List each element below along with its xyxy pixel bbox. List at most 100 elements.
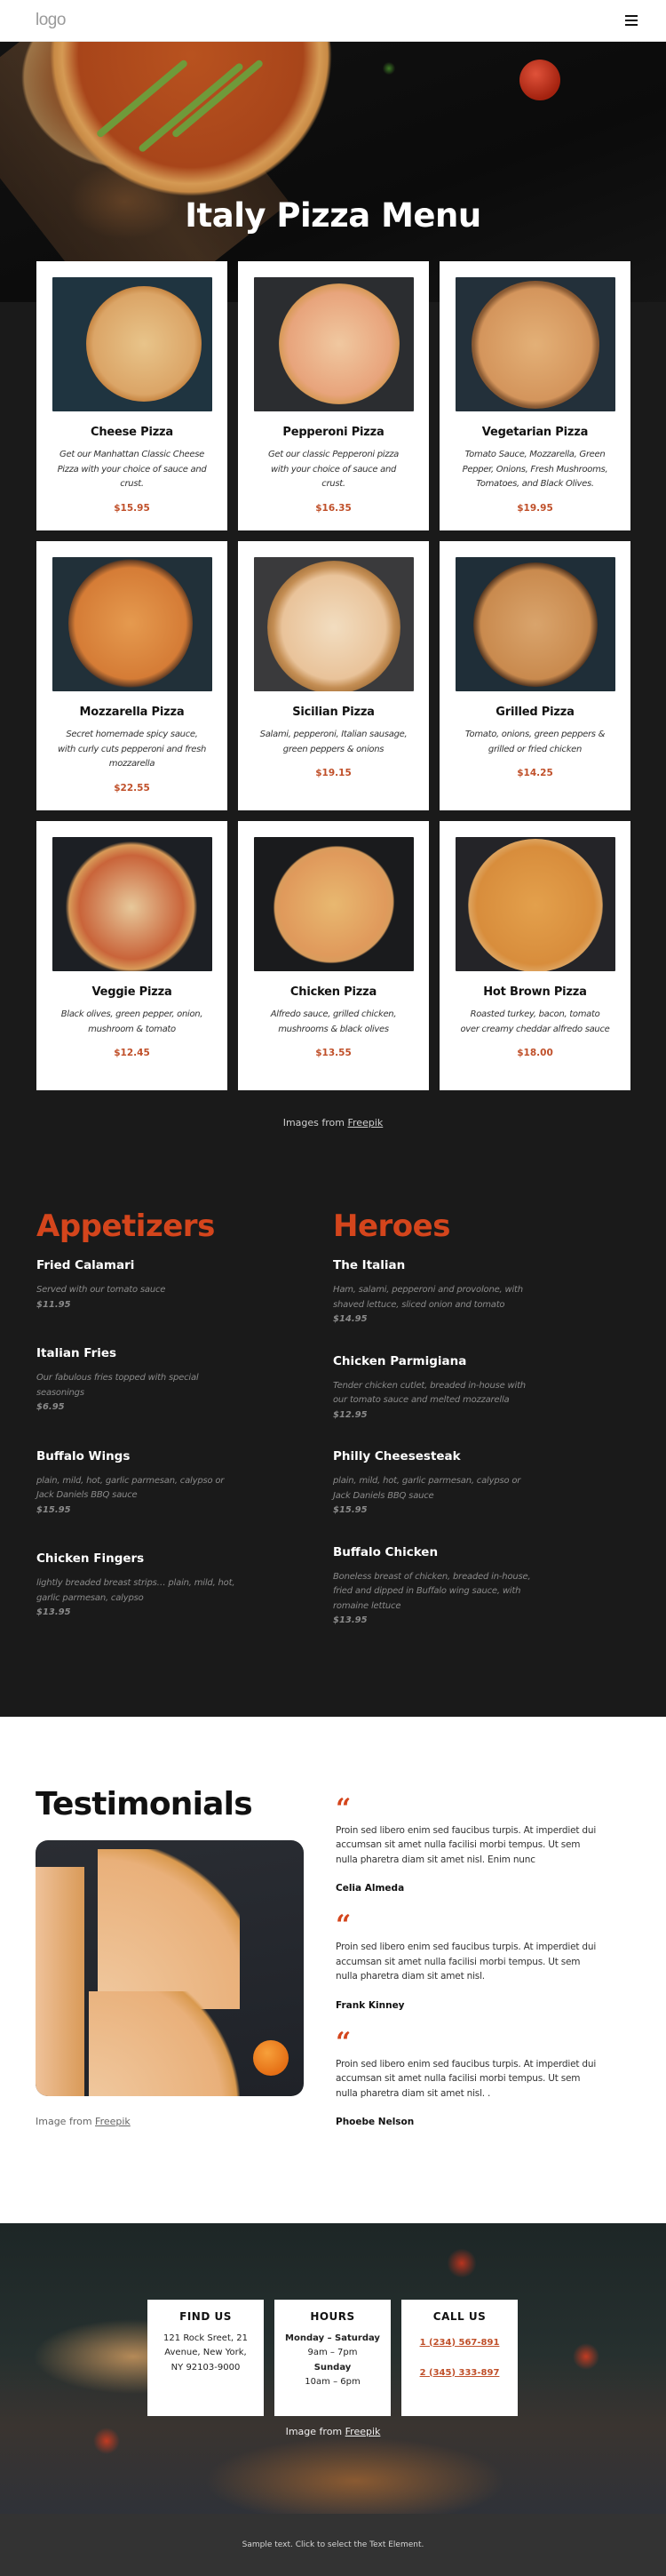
list-item: Fried Calamari Served with our tomato sa… [36, 1258, 333, 1312]
quote-icon: “ [336, 1792, 352, 1824]
pizza-card[interactable]: Grilled Pizza Tomato, onions, green pepp… [440, 541, 630, 810]
item-price: $12.95 [333, 1409, 368, 1420]
testimonials-image [36, 1839, 304, 2096]
phone-link[interactable]: 2 (345) 333-897 [420, 2368, 500, 2378]
pizza-name: Sicilian Pizza [292, 706, 375, 719]
pizza-price: $19.15 [315, 768, 352, 778]
item-price: $13.95 [333, 1615, 368, 1625]
pizza-image [253, 277, 414, 411]
pizza-name: Cheese Pizza [91, 426, 173, 439]
list-item: Philly Cheesesteak plain, mild, hot, gar… [333, 1449, 599, 1519]
testimonial: “ Proin sed libero enim sed faucibus tur… [336, 2029, 602, 2127]
pizza-card[interactable]: Sicilian Pizza Salami, pepperoni, Italia… [238, 541, 429, 810]
testimonial-author: Phoebe Nelson [336, 2117, 415, 2127]
list-item: Chicken Parmigiana Tender chicken cutlet… [333, 1354, 599, 1424]
heroes-column: Heroes The Italian Ham, salami, pepperon… [333, 1208, 599, 1655]
list-item: Chicken Fingers lightly breaded breast s… [36, 1551, 333, 1621]
hours-day: Monday – Saturday [285, 2333, 380, 2343]
pizza-description: Tomato Sauce, Mozzarella, Green Pepper, … [462, 450, 608, 489]
pizza-name: Grilled Pizza [496, 706, 575, 719]
freepik-link[interactable]: Freepik [345, 2426, 381, 2437]
call-us-box: CALL US 1 (234) 567-891 2 (345) 333-897 [401, 2299, 518, 2416]
pizza-price: $18.00 [517, 1048, 553, 1058]
item-price: $11.95 [36, 1299, 71, 1310]
contact-section: FIND US 121 Rock Sreet, 21 Avenue, New Y… [0, 2222, 666, 2514]
pizza-card[interactable]: Pepperoni Pizza Get our classic Pepperon… [238, 261, 429, 530]
pizza-price: $12.45 [114, 1048, 150, 1058]
pizza-card[interactable]: Veggie Pizza Black olives, green pepper,… [36, 821, 227, 1090]
freepik-link[interactable]: Freepik [348, 1117, 384, 1128]
item-price: $6.95 [36, 1402, 65, 1412]
pizza-card[interactable]: Hot Brown Pizza Roasted turkey, bacon, t… [440, 821, 630, 1090]
testimonial: “ Proin sed libero enim sed faucibus tur… [336, 1792, 602, 1894]
item-name: Chicken Fingers [36, 1551, 145, 1566]
pizza-card[interactable]: Vegetarian Pizza Tomato Sauce, Mozzarell… [440, 261, 630, 530]
pizza-description: Alfredo sauce, grilled chicken, mushroom… [270, 1009, 397, 1034]
hours-day: Sunday [313, 2362, 352, 2373]
credit-prefix: Images from [282, 1117, 348, 1128]
testimonial-author: Celia Almeda [336, 1883, 405, 1894]
pizza-description: Salami, pepperoni, Italian sausage, gree… [259, 730, 408, 754]
hero-tomato [519, 60, 560, 100]
pizza-card[interactable]: Chicken Pizza Alfredo sauce, grilled chi… [238, 821, 429, 1090]
address-line: NY 92103-9000 [170, 2362, 241, 2373]
item-name: Buffalo Wings [36, 1448, 131, 1463]
pizza-image [52, 837, 212, 971]
item-name: Buffalo Chicken [333, 1544, 439, 1559]
pizza-price: $13.55 [315, 1048, 352, 1058]
list-item: Italian Fries Our fabulous fries topped … [36, 1346, 333, 1416]
contact-boxes: FIND US 121 Rock Sreet, 21 Avenue, New Y… [147, 2299, 518, 2416]
credit-prefix: Image from [285, 2425, 345, 2437]
item-name: The Italian [333, 1258, 406, 1272]
pizza-description: Secret homemade spicy sauce, with curly … [57, 730, 207, 769]
pizza-image [253, 557, 414, 691]
testimonials-list: “ Proin sed libero enim sed faucibus tur… [336, 1786, 602, 2179]
testimonial-text: Proin sed libero enim sed faucibus turpi… [336, 2058, 597, 2099]
find-us-title: FIND US [179, 2309, 232, 2323]
pizza-image [455, 837, 615, 971]
pizza-description: Black olives, green pepper, onion, mushr… [60, 1009, 203, 1034]
address: 121 Rock Sreet, 21 Avenue, New York, NY … [147, 2332, 264, 2376]
pizza-name: Pepperoni Pizza [282, 426, 385, 439]
pizza-name: Hot Brown Pizza [483, 985, 587, 999]
hours-list: Monday – Saturday 9am – 7pm Sunday 10am … [274, 2332, 391, 2390]
pizza-price: $16.35 [315, 502, 352, 514]
testimonials-section: Testimonials Image from Freepik “ Proin … [0, 1716, 666, 2223]
item-price: $15.95 [333, 1505, 368, 1515]
footer-text[interactable]: Sample text. Click to select the Text El… [242, 2540, 424, 2549]
footer: Sample text. Click to select the Text El… [0, 2513, 666, 2576]
item-description: Our fabulous fries topped with special s… [36, 1373, 199, 1398]
hours-time: 10am – 6pm [305, 2377, 361, 2387]
item-price: $13.95 [36, 1607, 71, 1617]
item-description: lightly breaded breast strips… plain, mi… [36, 1578, 235, 1603]
hamburger-icon[interactable] [625, 15, 638, 26]
testimonial-author: Frank Kinney [336, 1999, 405, 2011]
pizza-name: Chicken Pizza [289, 985, 377, 999]
pizza-card[interactable]: Cheese Pizza Get our Manhattan Classic C… [36, 261, 227, 530]
testimonial-text: Proin sed libero enim sed faucibus turpi… [336, 1942, 597, 1982]
hours-title: HOURS [310, 2309, 355, 2323]
list-item: The Italian Ham, salami, pepperoni and p… [333, 1258, 599, 1328]
pizza-image [52, 557, 212, 691]
pizza-description: Get our classic Pepperoni pizza with you… [267, 450, 400, 489]
menu-lists-section: Appetizers Fried Calamari Served with ou… [0, 1164, 666, 1717]
item-description: Ham, salami, pepperoni and provolone, wi… [333, 1285, 523, 1310]
phone-link[interactable]: 1 (234) 567-891 [420, 2338, 500, 2348]
item-description: plain, mild, hot, garlic parmesan, calyp… [333, 1476, 521, 1501]
item-name: Chicken Parmigiana [333, 1353, 467, 1368]
pizza-image [455, 557, 615, 691]
testimonials-title: Testimonials [36, 1785, 253, 1822]
pizza-card[interactable]: Mozzarella Pizza Secret homemade spicy s… [36, 541, 227, 810]
pizza-name: Veggie Pizza [91, 985, 172, 999]
hours-box: HOURS Monday – Saturday 9am – 7pm Sunday… [274, 2299, 391, 2416]
pizza-menu-section: Italy Pizza Menu Cheese Pizza Get our Ma… [0, 42, 666, 1164]
item-description: Tender chicken cutlet, breaded in-house … [333, 1380, 526, 1406]
pizza-price: $19.95 [517, 502, 553, 514]
testimonials-image-credit: Image from Freepik [36, 2116, 302, 2127]
pizza-name: Vegetarian Pizza [481, 426, 589, 439]
credit-prefix: Image from [36, 2115, 96, 2127]
testimonial: “ Proin sed libero enim sed faucibus tur… [336, 1912, 602, 2011]
logo[interactable]: logo [36, 11, 66, 30]
freepik-link[interactable]: Freepik [95, 2116, 131, 2127]
pizza-name: Mozzarella Pizza [79, 706, 185, 719]
